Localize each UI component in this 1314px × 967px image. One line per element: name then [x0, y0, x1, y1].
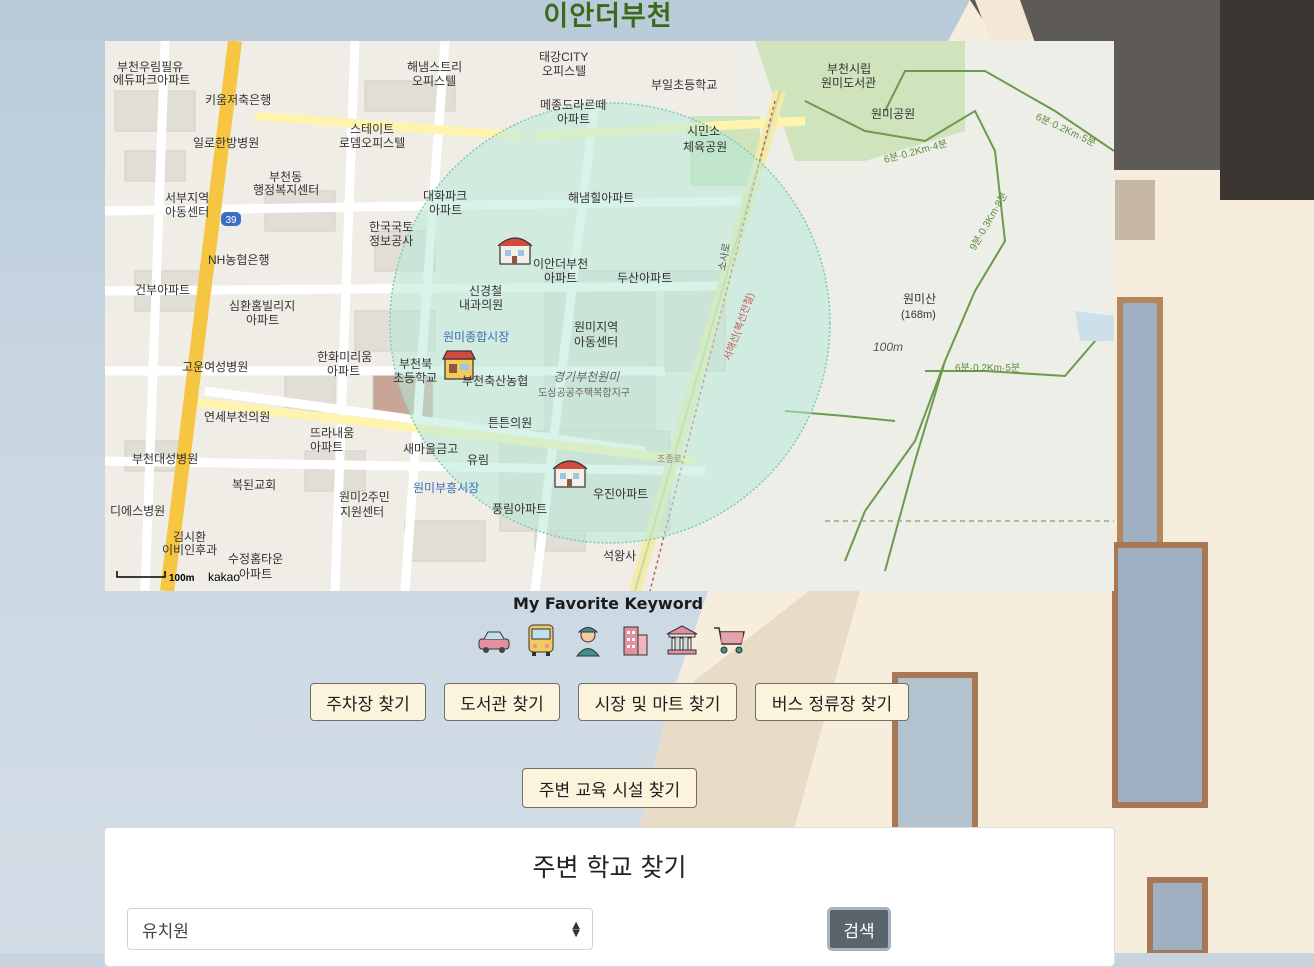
svg-text:에듀파크아파트: 에듀파크아파트: [113, 73, 190, 87]
svg-text:부천대성병원: 부천대성병원: [132, 451, 198, 466]
svg-text:이비인후과: 이비인후과: [162, 543, 217, 557]
svg-text:우진아파트: 우진아파트: [593, 487, 648, 501]
find-bus-stop-button[interactable]: 버스 정류장 찾기: [755, 683, 909, 721]
svg-text:6분·0.2Km·5분: 6분·0.2Km·5분: [955, 362, 1020, 374]
svg-text:아파트: 아파트: [246, 313, 279, 327]
svg-text:아파트: 아파트: [557, 112, 590, 126]
building-icon[interactable]: [617, 622, 653, 658]
page-title: 이안더부천: [543, 1, 673, 32]
select-arrows-icon: ▲ ▼: [572, 920, 580, 939]
svg-text:한화미리움: 한화미리움: [317, 350, 372, 364]
svg-text:지원센터: 지원센터: [340, 505, 384, 519]
svg-text:시민소: 시민소: [687, 124, 720, 138]
svg-text:해냄스트리: 해냄스트리: [407, 60, 462, 74]
svg-text:메종드라르떼: 메종드라르떼: [540, 98, 606, 112]
svg-text:유림: 유림: [467, 453, 489, 467]
svg-text:원미2주민: 원미2주민: [339, 490, 390, 504]
svg-text:원미지역: 원미지역: [574, 320, 618, 334]
svg-text:튼튼의원: 튼튼의원: [488, 416, 532, 430]
svg-text:원미종합시장: 원미종합시장: [443, 330, 509, 344]
svg-text:NH농협은행: NH농협은행: [208, 252, 270, 267]
school-search-title: 주변 학교 찾기: [532, 853, 687, 882]
svg-text:일로한방병원: 일로한방병원: [193, 136, 259, 150]
svg-text:아파트: 아파트: [239, 567, 272, 581]
svg-text:심환홈빌리지: 심환홈빌리지: [229, 299, 295, 313]
svg-text:100m: 100m: [169, 573, 195, 584]
svg-text:오피스텔: 오피스텔: [542, 64, 586, 78]
svg-text:건부아파트: 건부아파트: [135, 283, 190, 297]
search-button[interactable]: 검색: [827, 907, 891, 951]
svg-text:고운여성병원: 고운여성병원: [182, 360, 248, 374]
favorite-keyword-icons: [476, 622, 747, 658]
svg-text:부천북: 부천북: [399, 356, 432, 371]
svg-text:풍림아파트: 풍림아파트: [492, 502, 547, 516]
svg-text:원미산: 원미산: [903, 292, 936, 306]
svg-text:(168m): (168m): [901, 309, 936, 321]
find-library-button[interactable]: 도서관 찾기: [444, 683, 560, 721]
svg-text:키움저축은행: 키움저축은행: [205, 92, 271, 107]
svg-text:행정복지센터: 행정복지센터: [253, 182, 319, 197]
svg-text:서부지역: 서부지역: [165, 191, 209, 205]
svg-text:수정홈타운: 수정홈타운: [228, 552, 283, 566]
svg-text:복된교회: 복된교회: [232, 478, 276, 492]
svg-text:아파트: 아파트: [310, 440, 343, 454]
svg-text:오피스텔: 오피스텔: [412, 74, 456, 88]
bank-icon[interactable]: [664, 622, 700, 658]
svg-text:이안더부천: 이안더부천: [533, 256, 588, 271]
svg-text:부천우림필유: 부천우림필유: [117, 59, 183, 74]
school-search-card: 주변 학교 찾기 유치원 ▲ ▼ 검색: [104, 827, 1115, 967]
svg-text:원미부흥시장: 원미부흥시장: [413, 481, 479, 495]
svg-text:부천시립: 부천시립: [827, 61, 871, 76]
svg-text:원미공원: 원미공원: [871, 107, 915, 121]
svg-text:김시환: 김시환: [173, 530, 206, 544]
svg-text:대화파크: 대화파크: [423, 189, 467, 203]
school-type-selected-value: 유치원: [142, 921, 189, 942]
svg-text:체육공원: 체육공원: [683, 140, 727, 154]
car-icon[interactable]: [476, 622, 512, 658]
person-icon[interactable]: [570, 622, 606, 658]
svg-text:원미도서관: 원미도서관: [821, 76, 876, 90]
favorite-keyword-title: My Favorite Keyword: [512, 594, 704, 613]
school-type-select[interactable]: 유치원 ▲ ▼: [127, 908, 593, 950]
svg-text:100m: 100m: [873, 340, 903, 354]
svg-text:부천동: 부천동: [269, 169, 302, 184]
shopping-cart-icon[interactable]: [711, 622, 747, 658]
svg-text:39: 39: [225, 215, 237, 226]
apartment-marker-icon[interactable]: [552, 460, 588, 488]
svg-text:신경철: 신경철: [469, 284, 502, 298]
svg-text:태강CITY: 태강CITY: [539, 50, 588, 64]
svg-text:석왕사: 석왕사: [603, 549, 636, 563]
svg-text:아동센터: 아동센터: [165, 205, 209, 219]
svg-text:정보공사: 정보공사: [369, 234, 413, 248]
svg-text:두산아파트: 두산아파트: [617, 271, 672, 285]
svg-text:아파트: 아파트: [429, 203, 462, 217]
svg-text:해냄힐아파트: 해냄힐아파트: [568, 191, 634, 205]
svg-text:아파트: 아파트: [544, 271, 577, 285]
svg-text:새마을금고: 새마을금고: [403, 442, 458, 456]
svg-text:한국국토: 한국국토: [369, 220, 413, 234]
svg-text:연세부천의원: 연세부천의원: [204, 409, 270, 424]
svg-text:경기부천원미: 경기부천원미: [553, 370, 620, 384]
svg-text:조종로: 조종로: [657, 454, 682, 464]
svg-text:부천축산농협: 부천축산농협: [462, 373, 528, 388]
road-shield-icon: 39: [221, 212, 241, 226]
svg-text:스테이트: 스테이트: [350, 122, 394, 136]
map-attribution: kakao: [208, 570, 240, 584]
svg-text:아동센터: 아동센터: [574, 335, 618, 349]
svg-text:초등학교: 초등학교: [393, 371, 437, 385]
find-market-button[interactable]: 시장 및 마트 찾기: [578, 683, 737, 721]
svg-text:디에스병원: 디에스병원: [110, 504, 165, 518]
find-education-button[interactable]: 주변 교육 시설 찾기: [522, 768, 697, 808]
svg-text:로뎀오피스텔: 로뎀오피스텔: [339, 136, 405, 150]
svg-text:아파트: 아파트: [327, 364, 360, 378]
map-view[interactable]: 39 부천우림필유 에듀파크아파트 키움저축은행 해냄스트리 오피스텔 태강CIT: [105, 41, 1114, 591]
apartment-marker-icon[interactable]: [497, 237, 533, 265]
svg-text:부일초등학교: 부일초등학교: [651, 78, 717, 92]
svg-text:뜨라내움: 뜨라내움: [310, 426, 354, 440]
bus-icon[interactable]: [523, 622, 559, 658]
svg-text:도심공공주택복합지구: 도심공공주택복합지구: [538, 387, 630, 399]
find-parking-button[interactable]: 주차장 찾기: [310, 683, 426, 721]
svg-text:내과의원: 내과의원: [459, 298, 503, 312]
